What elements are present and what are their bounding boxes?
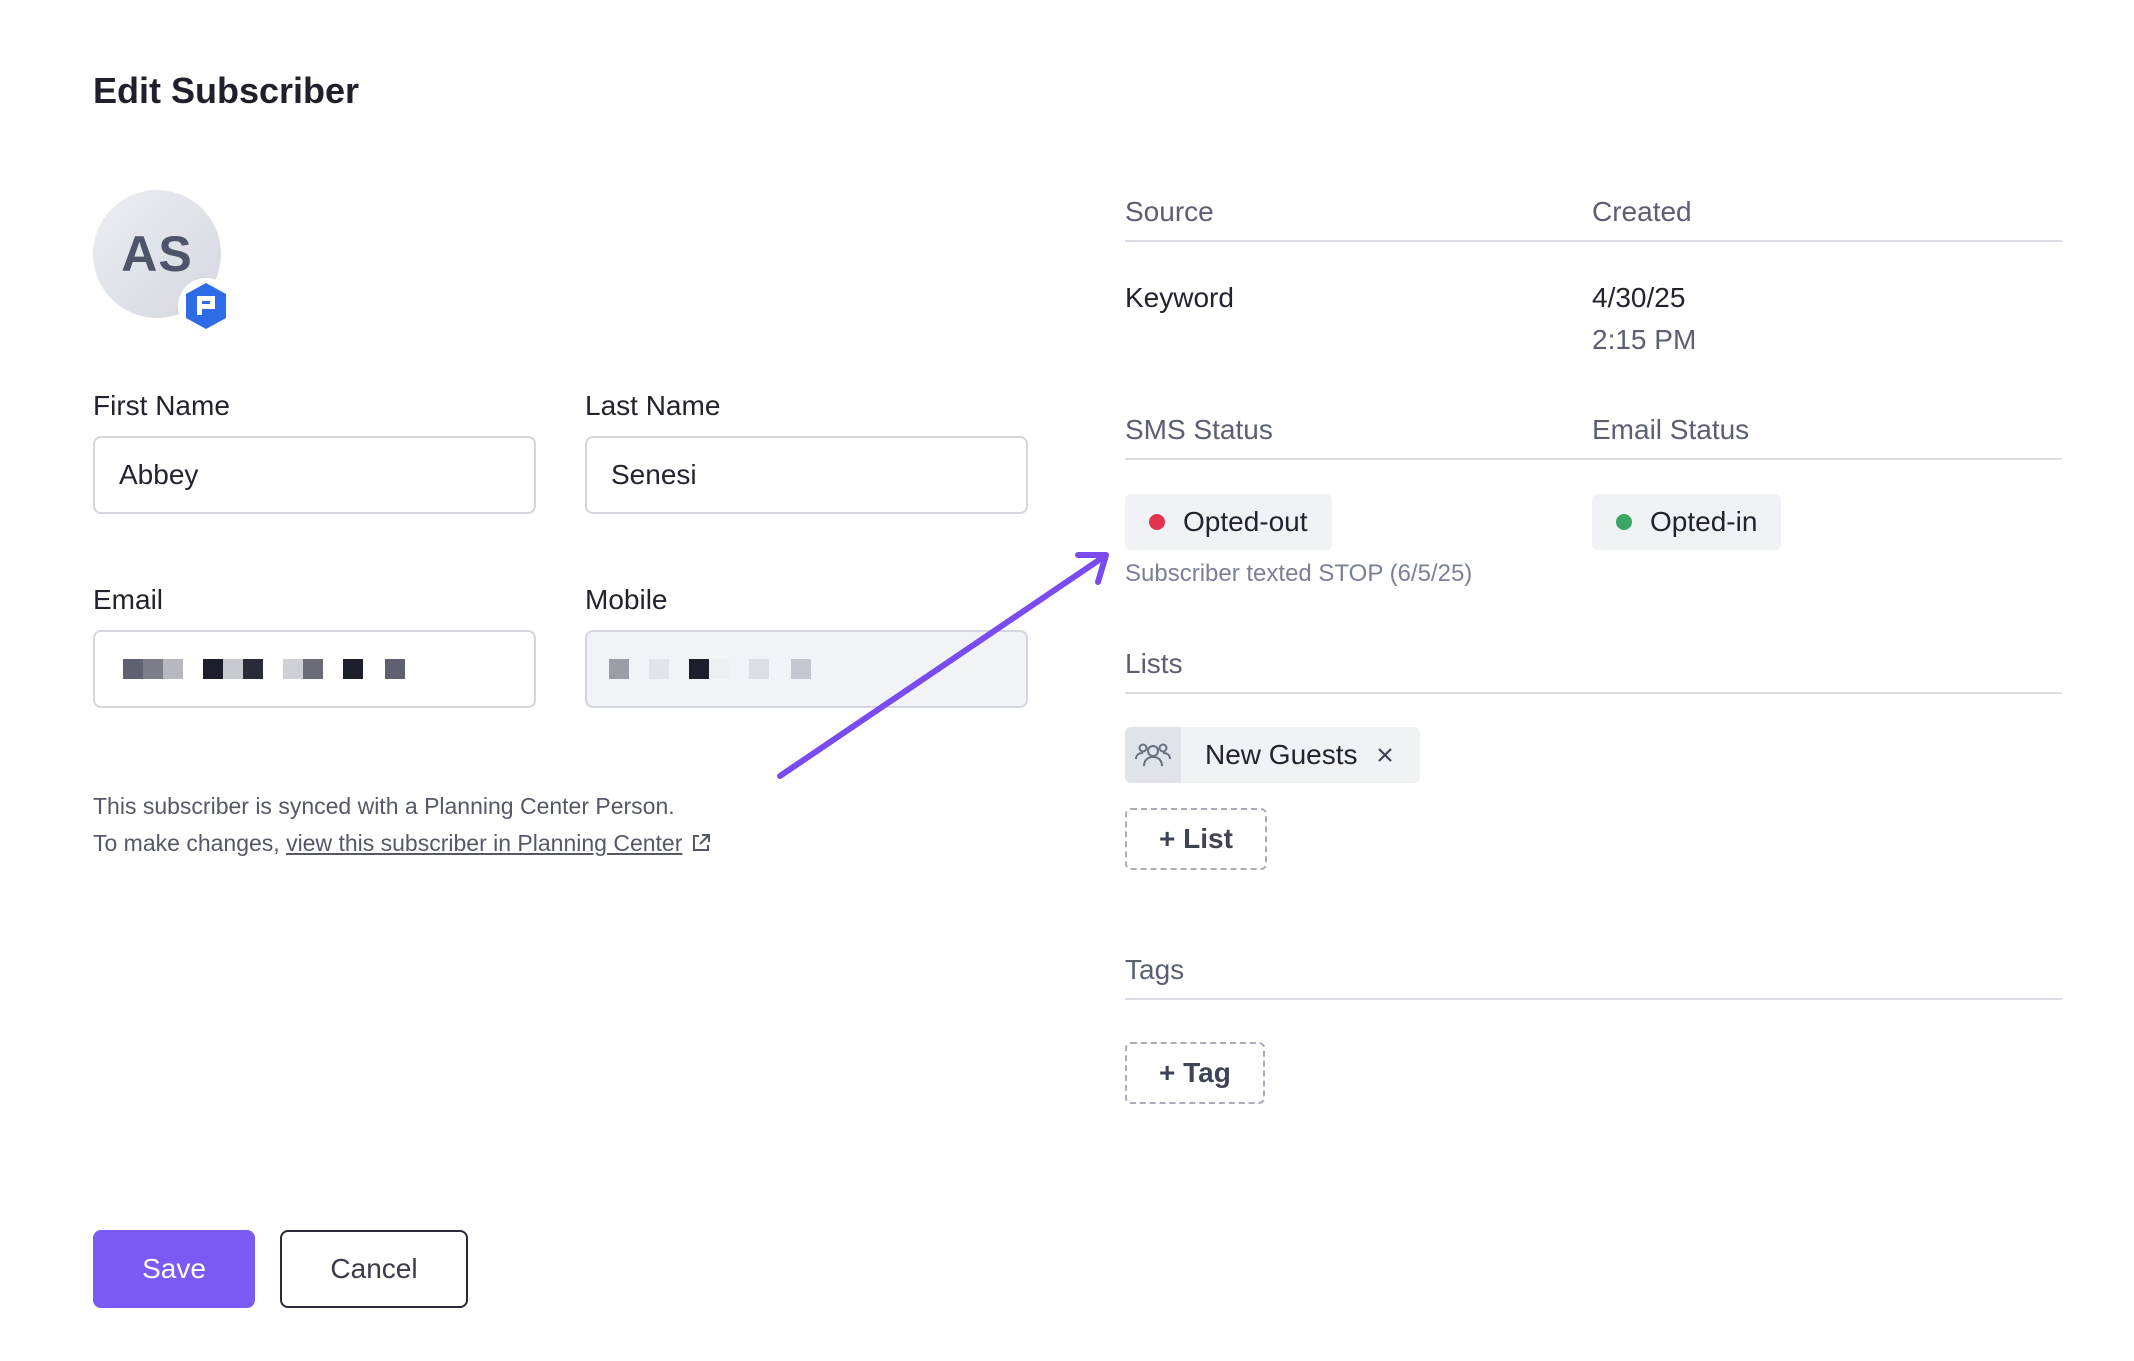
- last-name-label: Last Name: [585, 390, 721, 421]
- divider: [1125, 458, 2062, 460]
- sync-note-prefix: To make changes,: [93, 830, 287, 856]
- planning-center-link[interactable]: view this subscriber in Planning Center: [286, 830, 682, 856]
- status-dot-green: [1616, 514, 1632, 530]
- email-status-value: Opted-in: [1650, 506, 1758, 537]
- external-link-icon[interactable]: [690, 828, 712, 865]
- email-status-label: Email Status: [1592, 414, 1750, 445]
- add-tag-button[interactable]: + Tag: [1125, 1042, 1265, 1104]
- email-field[interactable]: [93, 630, 536, 708]
- divider: [1125, 692, 2062, 694]
- divider: [1125, 240, 2062, 242]
- avatar-initials: AS: [121, 226, 193, 282]
- save-button[interactable]: Save: [93, 1230, 255, 1308]
- sync-note-line1: This subscriber is synced with a Plannin…: [93, 793, 675, 819]
- email-status-badge: Opted-in: [1592, 494, 1782, 550]
- sms-status-label: SMS Status: [1125, 414, 1273, 445]
- close-icon[interactable]: [1376, 727, 1420, 783]
- edit-subscriber-page: Edit Subscriber AS First Name Last Name …: [0, 0, 2134, 1361]
- mobile-label: Mobile: [585, 584, 668, 615]
- created-time: 2:15 PM: [1592, 324, 1697, 355]
- lists-label: Lists: [1125, 648, 1183, 679]
- tags-label: Tags: [1125, 954, 1185, 985]
- created-date: 4/30/25: [1592, 282, 1686, 313]
- sync-note: This subscriber is synced with a Plannin…: [93, 788, 712, 865]
- source-value: Keyword: [1125, 282, 1234, 313]
- source-label: Source: [1125, 196, 1214, 227]
- divider: [1125, 998, 2062, 1000]
- sms-status-badge: Opted-out: [1125, 494, 1332, 550]
- sms-status-value: Opted-out: [1183, 506, 1308, 537]
- page-title: Edit Subscriber: [93, 70, 360, 111]
- list-chip: New Guests: [1125, 727, 1420, 783]
- mobile-field[interactable]: [585, 630, 1028, 708]
- created-label: Created: [1592, 196, 1692, 227]
- status-dot-red: [1149, 514, 1165, 530]
- sync-note-line2: To make changes, view this subscriber in…: [93, 825, 712, 865]
- planning-center-icon: [178, 278, 234, 334]
- first-name-label: First Name: [93, 390, 230, 421]
- cancel-button[interactable]: Cancel: [280, 1230, 468, 1308]
- email-label: Email: [93, 584, 164, 615]
- sms-status-note: Subscriber texted STOP (6/5/25): [1125, 560, 1473, 587]
- last-name-field[interactable]: [585, 436, 1028, 514]
- add-list-button[interactable]: + List: [1125, 808, 1267, 870]
- list-chip-label: New Guests: [1205, 739, 1358, 770]
- people-group-icon: [1125, 727, 1181, 783]
- first-name-field[interactable]: [93, 436, 536, 514]
